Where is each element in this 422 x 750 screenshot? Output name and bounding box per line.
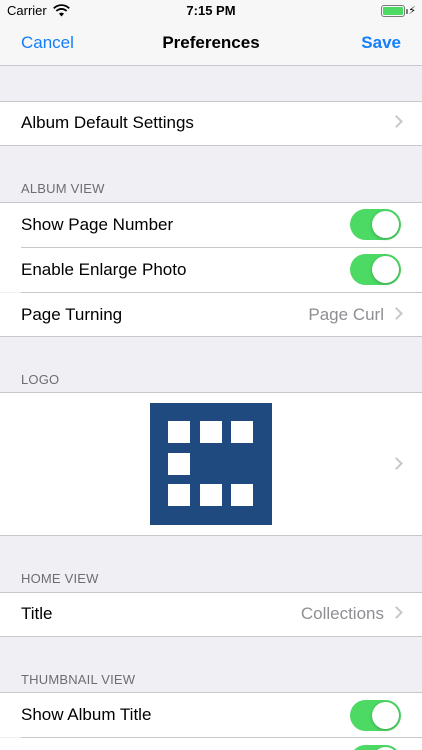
partial-row: [0, 738, 422, 750]
show-page-number-label: Show Page Number: [21, 215, 174, 234]
show-page-number-row: Show Page Number: [0, 203, 422, 248]
charging-icon: ⚡: [408, 5, 416, 17]
navigation-bar: Cancel Preferences Save: [0, 22, 422, 66]
page-turning-label: Page Turning: [21, 305, 123, 324]
show-album-title-label: Show Album Title: [21, 705, 152, 724]
save-button[interactable]: Save: [361, 33, 401, 53]
show-page-number-toggle[interactable]: [350, 209, 401, 240]
partial-toggle[interactable]: [350, 745, 401, 750]
page-title: Preferences: [162, 33, 260, 52]
chevron-right-icon: [390, 606, 403, 619]
status-bar: Carrier 7:15 PM ⚡: [0, 0, 422, 22]
chevron-right-icon: [390, 307, 403, 320]
home-title-label: Title: [21, 604, 53, 623]
battery-icon: [381, 4, 409, 17]
divider: [0, 535, 422, 536]
album-default-settings-label: Album Default Settings: [21, 113, 194, 132]
page-turning-value: Page Curl: [308, 305, 384, 324]
album-view-header: ALBUM VIEW: [21, 181, 105, 196]
status-right: ⚡: [381, 4, 416, 17]
divider: [0, 636, 422, 637]
enable-enlarge-photo-toggle[interactable]: [350, 254, 401, 285]
page-turning-row[interactable]: Page Turning Page Curl: [0, 293, 422, 336]
divider: [0, 336, 422, 337]
thumbnail-view-header: THUMBNAIL VIEW: [21, 672, 136, 687]
logo-header: LOGO: [21, 372, 60, 387]
logo-row[interactable]: [0, 393, 422, 535]
show-album-title-toggle[interactable]: [350, 700, 401, 731]
logo-image: [150, 403, 272, 525]
chevron-right-icon: [390, 115, 403, 128]
home-title-value: Collections: [300, 604, 384, 623]
chevron-right-icon: [390, 457, 403, 470]
album-default-settings-row[interactable]: Album Default Settings: [0, 102, 422, 145]
status-time: 7:15 PM: [186, 3, 236, 18]
enable-enlarge-photo-label: Enable Enlarge Photo: [21, 260, 187, 279]
divider: [0, 145, 422, 146]
enable-enlarge-photo-row: Enable Enlarge Photo: [0, 248, 422, 292]
home-title-row[interactable]: Title Collections: [0, 593, 422, 636]
show-album-title-row: Show Album Title: [0, 693, 422, 737]
home-view-header: HOME VIEW: [21, 571, 99, 586]
